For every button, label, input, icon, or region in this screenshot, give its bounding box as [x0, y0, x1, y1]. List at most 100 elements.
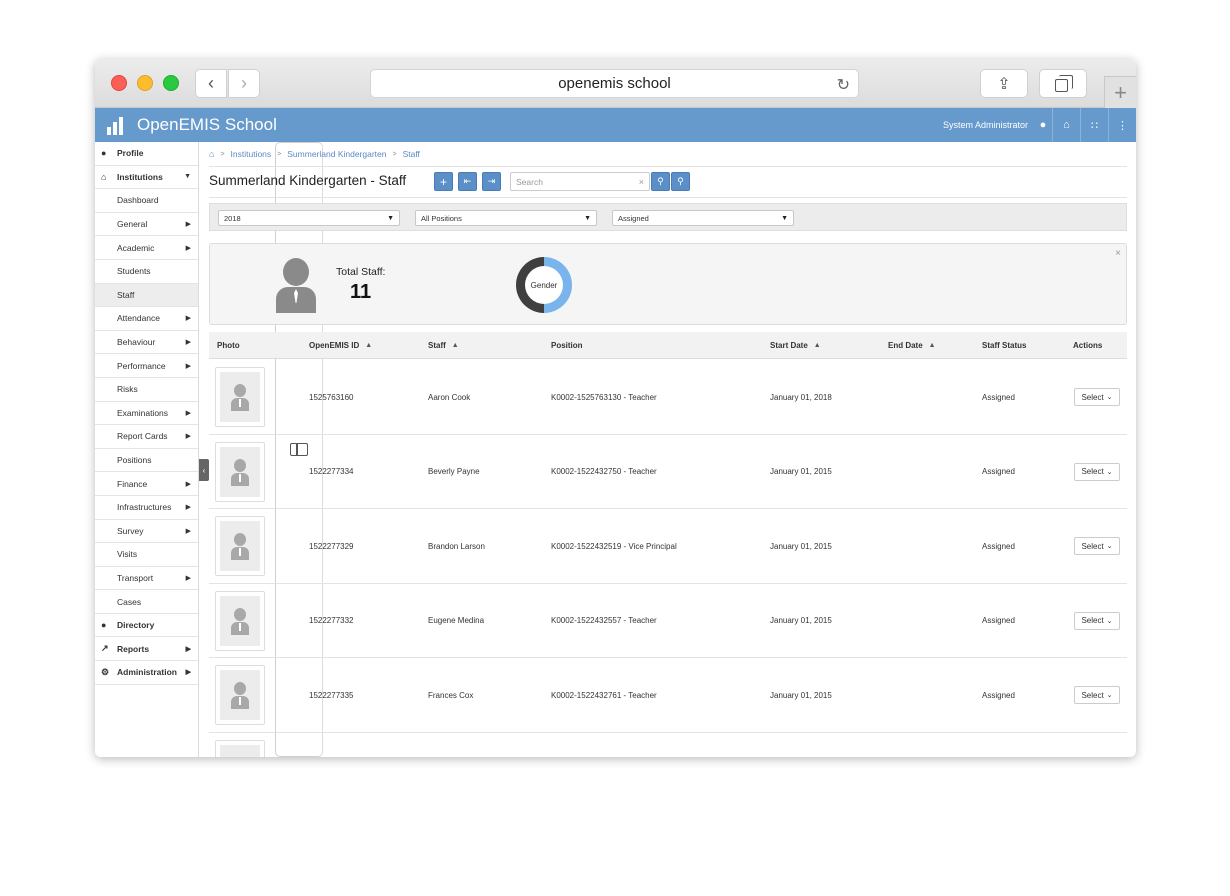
sidebar-item-infrastructures[interactable]: Infrastructures ▶: [95, 496, 198, 520]
sidebar-item-label: Institutions: [117, 171, 163, 182]
reload-icon[interactable]: ↻: [837, 75, 850, 95]
sidebar-item-institutions[interactable]: ⌂ Institutions ▼: [95, 166, 198, 190]
address-bar[interactable]: openemis school ↻: [370, 69, 859, 98]
sidebar-item-general[interactable]: General ▶: [95, 213, 198, 237]
row-select-button[interactable]: Select ⌄: [1074, 537, 1120, 556]
sidebar-item-label: Administration: [117, 667, 177, 678]
openemis-logo-icon: [107, 115, 127, 135]
forward-button[interactable]: ›: [228, 69, 260, 98]
users-icon: ●: [101, 620, 107, 631]
breadcrumb-institutions[interactable]: Institutions: [231, 149, 272, 159]
row-select-button[interactable]: Select ⌄: [1074, 686, 1120, 705]
plus-icon: +: [1114, 79, 1127, 105]
sidebar-item-survey[interactable]: Survey ▶: [95, 520, 198, 544]
caret-right-icon: ▶: [185, 315, 191, 323]
divider: [209, 197, 1127, 198]
sidebar-item-finance[interactable]: Finance ▶: [95, 472, 198, 496]
sidebar-item-academic[interactable]: Academic ▶: [95, 236, 198, 260]
cell-start-date: January 01, 2018: [770, 392, 832, 402]
academic-period-select[interactable]: 2018 ▼: [218, 210, 400, 226]
chevron-left-icon: ‹: [202, 465, 206, 475]
sidebar-item-risks[interactable]: Risks: [95, 378, 198, 402]
import-button[interactable]: ⇤: [458, 172, 477, 191]
search-button[interactable]: ⚲: [651, 172, 670, 191]
breadcrumb-school[interactable]: Summerland Kindergarten: [287, 149, 386, 159]
breadcrumb-separator: >: [220, 150, 225, 158]
export-button[interactable]: ⇥: [482, 172, 501, 191]
staff-status-select[interactable]: Assigned ▼: [612, 210, 794, 226]
row-select-button[interactable]: Select ⌄: [1074, 388, 1120, 406]
column-header-start-date[interactable]: Start Date ▲︎: [770, 332, 821, 359]
sidebar-item-visits[interactable]: Visits: [95, 543, 198, 567]
back-button[interactable]: ‹: [195, 69, 227, 98]
sidebar-item-attendance[interactable]: Attendance ▶: [95, 307, 198, 331]
cell-position: K0002-1522432557 - Teacher: [551, 616, 657, 626]
maximize-window-button[interactable]: [163, 75, 179, 91]
row-select-button[interactable]: Select ⌄: [1074, 611, 1120, 630]
caret-right-icon: ▶: [185, 669, 191, 677]
sidebar-item-transport[interactable]: Transport ▶: [95, 567, 198, 591]
sidebar-item-staff[interactable]: Staff: [95, 283, 198, 308]
sidebar-item-dashboard[interactable]: Dashboard: [95, 189, 198, 213]
sidebar-item-label: Staff: [117, 289, 135, 300]
column-header-end-date[interactable]: End Date ▲︎: [888, 332, 936, 359]
more-vertical-icon[interactable]: ⋮: [1108, 108, 1136, 142]
sidebar-item-report-cards[interactable]: Report Cards ▶: [95, 425, 198, 449]
sidebar-item-behaviour[interactable]: Behaviour ▶: [95, 331, 198, 355]
sidebar-item-label: Performance: [117, 360, 166, 371]
staff-photo: [215, 665, 265, 726]
staff-person-icon: [276, 258, 316, 314]
sidebar-item-performance[interactable]: Performance ▶: [95, 354, 198, 378]
sidebar-item-directory[interactable]: ● Directory: [95, 614, 198, 638]
collapse-sidebar-button[interactable]: ‹: [199, 459, 209, 481]
sort-icon: ▲︎: [451, 342, 459, 349]
close-icon[interactable]: ×: [1115, 248, 1121, 259]
user-name[interactable]: System Administrator: [943, 120, 1028, 130]
cell-staff-name: Eugene Medina: [428, 616, 485, 626]
tabs-overview-button[interactable]: [1039, 69, 1087, 98]
chevron-down-icon: ⌄: [1106, 617, 1113, 625]
sidebar-item-administration[interactable]: ⚙ Administration ▶: [95, 661, 198, 685]
breadcrumb: ⌂ > Institutions > Summerland Kindergart…: [209, 149, 420, 159]
position-select[interactable]: All Positions ▼: [415, 210, 597, 226]
sidebar-item-reports[interactable]: ↗ Reports ▶: [95, 637, 198, 662]
staff-photo: [215, 740, 265, 757]
sidebar-item-examinations[interactable]: Examinations ▶: [95, 402, 198, 426]
staff-photo: [215, 516, 265, 577]
chevron-down-icon: ⌄: [1106, 692, 1113, 700]
search-placeholder: Search: [516, 176, 543, 187]
home-icon[interactable]: ⌂: [1052, 108, 1080, 142]
share-button[interactable]: ⇪: [980, 69, 1028, 98]
search-input[interactable]: Search ×: [510, 172, 650, 191]
sidebar-item-label: Transport: [117, 572, 154, 583]
column-header-staff[interactable]: Staff ▲︎: [428, 332, 459, 359]
column-header-openemis-id[interactable]: OpenEMIS ID ▲︎: [309, 332, 372, 359]
minimize-window-button[interactable]: [137, 75, 153, 91]
clear-search-icon[interactable]: ×: [639, 177, 644, 187]
close-window-button[interactable]: [111, 75, 127, 91]
sidebar-item-profile[interactable]: ● Profile: [95, 142, 198, 166]
sidebar-item-positions[interactable]: Positions: [95, 449, 198, 473]
new-tab-button[interactable]: +: [1104, 76, 1136, 108]
caret-right-icon: ▶: [185, 409, 191, 417]
address-text: openemis school: [558, 75, 671, 92]
add-button[interactable]: +: [434, 172, 453, 191]
export-icon: ⇥: [487, 176, 496, 186]
cell-start-date: January 01, 2015: [770, 616, 832, 626]
table-header: Photo OpenEMIS ID ▲︎ Staff ▲︎ Position Sta…: [209, 332, 1127, 359]
main-content: ⌂ > Institutions > Summerland Kindergart…: [209, 142, 1127, 757]
cell-openemis-id: 1522277334: [309, 467, 354, 477]
user-icon[interactable]: ●: [1034, 108, 1052, 142]
breadcrumb-staff[interactable]: Staff: [403, 149, 420, 159]
row-select-button[interactable]: Select ⌄: [1074, 462, 1120, 481]
table-row: 1522277332 Eugene Medina K0002-1522432557 …: [209, 584, 1127, 659]
home-icon[interactable]: ⌂: [209, 149, 214, 159]
browser-toolbar: ‹ › openemis school ↻ ⇪ +: [95, 59, 1136, 757]
sidebar-item-cases[interactable]: Cases: [95, 590, 198, 614]
apps-grid-icon[interactable]: ∷: [1080, 108, 1108, 142]
sidebar-item-label: Attendance: [117, 313, 161, 324]
staff-photo: [215, 590, 265, 651]
sidebar-item-label: Dashboard: [117, 195, 159, 206]
advanced-search-button[interactable]: ⚲: [671, 172, 690, 191]
sidebar-item-students[interactable]: Students: [95, 260, 198, 284]
